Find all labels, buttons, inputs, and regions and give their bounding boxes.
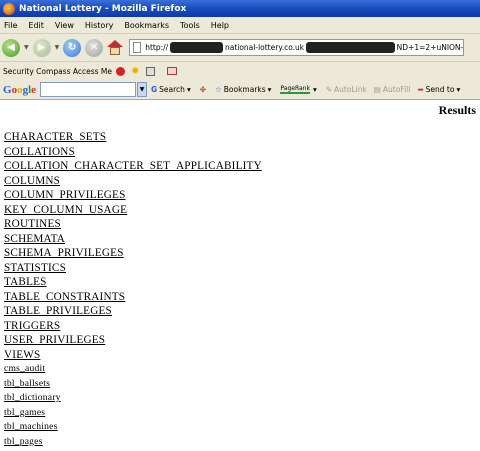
send-arrow-icon: ➡ bbox=[417, 85, 424, 94]
dropdown-icon: ▾ bbox=[186, 85, 191, 94]
table-link[interactable]: COLLATIONS bbox=[4, 145, 262, 160]
table-link[interactable]: KEY_COLUMN_USAGE bbox=[4, 203, 262, 218]
google-news-button[interactable]: ✤ bbox=[200, 85, 208, 94]
form-icon: ▤ bbox=[373, 85, 381, 94]
clipboard-icon[interactable] bbox=[146, 66, 156, 76]
autolink-button[interactable]: ✎ AutoLink bbox=[326, 85, 367, 94]
google-bookmarks-label: Bookmarks bbox=[223, 85, 266, 94]
menu-tools[interactable]: Tools bbox=[180, 21, 200, 30]
google-g-icon: G bbox=[151, 85, 158, 94]
table-link[interactable]: USER_PRIVILEGES bbox=[4, 333, 262, 348]
stop-icon[interactable]: ✕ bbox=[85, 38, 104, 57]
menu-edit[interactable]: Edit bbox=[28, 21, 44, 30]
envelope-icon[interactable] bbox=[167, 67, 178, 75]
table-link[interactable]: cms_audit bbox=[4, 362, 262, 377]
table-link[interactable]: TABLE_CONSTRAINTS bbox=[4, 290, 262, 305]
forward-arrow-icon[interactable]: ▶ bbox=[32, 38, 51, 57]
table-link[interactable]: TABLE_PRIVILEGES bbox=[4, 304, 262, 319]
redaction-block bbox=[170, 42, 223, 53]
security-compass-toolbar: Security Compass Access Me ✹ bbox=[0, 61, 480, 80]
google-bookmarks-button[interactable]: ☆ Bookmarks ▾ bbox=[215, 85, 273, 94]
dropdown-icon: ▾ bbox=[312, 85, 317, 94]
table-link[interactable]: CHARACTER_SETS bbox=[4, 130, 262, 145]
results-heading: Results bbox=[438, 103, 476, 117]
window-title: National Lottery - Mozilla Firefox bbox=[19, 3, 187, 14]
google-logo: Google bbox=[3, 83, 37, 96]
menu-history[interactable]: History bbox=[85, 21, 113, 30]
redaction-block bbox=[306, 42, 395, 53]
google-toolbar: Google ▼ G Search ▾ ✤ ☆ Bookmarks ▾ Page… bbox=[0, 80, 480, 100]
reload-icon[interactable]: ↻ bbox=[63, 38, 82, 57]
google-search-button[interactable]: G Search ▾ bbox=[151, 85, 193, 94]
table-link[interactable]: STATISTICS bbox=[4, 261, 262, 276]
home-icon[interactable] bbox=[107, 39, 124, 56]
table-link[interactable]: tbl_ballsets bbox=[4, 377, 262, 392]
sun-icon[interactable]: ✹ bbox=[131, 66, 139, 77]
table-link[interactable]: VIEWS bbox=[4, 348, 262, 363]
pagerank-label: PageRank bbox=[280, 85, 310, 94]
navigation-toolbar: ◀ ▼ ▶ ▼ ↻ ✕ http:// national-lottery.co.… bbox=[0, 34, 480, 61]
table-list: CHARACTER_SETS COLLATIONS COLLATION_CHAR… bbox=[4, 130, 262, 449]
google-search-dropdown-icon[interactable]: ▼ bbox=[137, 82, 148, 97]
menu-bar: File Edit View History Bookmarks Tools H… bbox=[0, 17, 480, 34]
url-domain: national-lottery.co.uk bbox=[224, 43, 305, 52]
page-content: Results CHARACTER_SETS COLLATIONS COLLAT… bbox=[0, 100, 480, 451]
dropdown-icon: ▾ bbox=[456, 85, 461, 94]
table-link[interactable]: COLUMNS bbox=[4, 174, 262, 189]
forward-history-dropdown-icon[interactable]: ▼ bbox=[55, 44, 60, 51]
menu-help[interactable]: Help bbox=[211, 21, 229, 30]
table-link[interactable]: COLUMN_PRIVILEGES bbox=[4, 188, 262, 203]
url-prefix: http:// bbox=[145, 43, 169, 52]
table-link[interactable]: COLLATION_CHARACTER_SET_APPLICABILITY bbox=[4, 159, 262, 174]
record-icon[interactable] bbox=[116, 66, 126, 76]
firefox-icon bbox=[3, 2, 15, 15]
back-history-dropdown-icon[interactable]: ▼ bbox=[24, 44, 29, 51]
autofill-label: AutoFill bbox=[382, 85, 411, 94]
autolink-label: AutoLink bbox=[334, 85, 367, 94]
table-link[interactable]: TABLES bbox=[4, 275, 262, 290]
table-link[interactable]: tbl_dictionary bbox=[4, 391, 262, 406]
back-arrow-icon[interactable]: ◀ bbox=[2, 38, 20, 57]
url-bar[interactable]: http:// national-lottery.co.uk ND+1=2+uN… bbox=[129, 39, 465, 56]
google-search-label: Search bbox=[159, 85, 185, 94]
table-link[interactable]: tbl_games bbox=[4, 406, 262, 421]
menu-file[interactable]: File bbox=[4, 21, 17, 30]
menu-bookmarks[interactable]: Bookmarks bbox=[124, 21, 169, 30]
menu-view[interactable]: View bbox=[55, 21, 74, 30]
window-titlebar: National Lottery - Mozilla Firefox bbox=[0, 0, 480, 17]
security-compass-label: Security Compass Access Me bbox=[3, 66, 113, 76]
table-link[interactable]: TRIGGERS bbox=[4, 319, 262, 334]
magic-wand-icon: ✎ bbox=[325, 85, 333, 94]
table-link[interactable]: SCHEMA_PRIVILEGES bbox=[4, 246, 262, 261]
page-icon bbox=[133, 42, 142, 53]
table-link[interactable]: SCHEMATA bbox=[4, 232, 262, 247]
send-to-label: Send to bbox=[425, 85, 455, 94]
google-search-input[interactable] bbox=[40, 82, 137, 97]
star-icon: ☆ bbox=[215, 85, 222, 94]
url-suffix: ND+1=2+uNION- bbox=[396, 43, 464, 52]
table-link[interactable]: tbl_machines bbox=[4, 420, 262, 435]
table-link[interactable]: ROUTINES bbox=[4, 217, 262, 232]
dropdown-icon: ▾ bbox=[267, 85, 272, 94]
news-icon: ✤ bbox=[199, 85, 207, 94]
autofill-button[interactable]: ▤ AutoFill bbox=[374, 85, 411, 94]
pagerank-indicator: PageRank ▾ bbox=[280, 85, 318, 94]
table-link[interactable]: tbl_pages bbox=[4, 435, 262, 450]
send-to-button[interactable]: ➡ Send to ▾ bbox=[417, 85, 462, 94]
